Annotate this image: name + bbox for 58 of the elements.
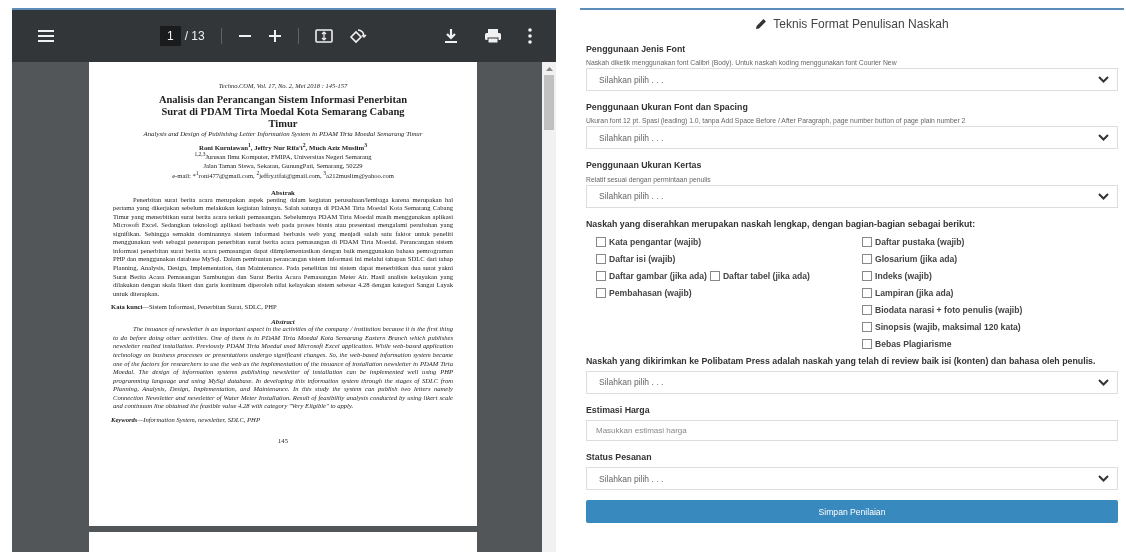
checkbox-option[interactable]: Bebas Plagiarisme: [862, 339, 952, 350]
checkbox[interactable]: [596, 254, 606, 265]
select-field[interactable]: Silahkan pilih . . .: [586, 370, 1118, 394]
chevron-down-icon: [1098, 475, 1109, 483]
chevron-down-icon: [1098, 76, 1109, 84]
checkbox[interactable]: [862, 288, 872, 299]
download-icon[interactable]: [444, 28, 458, 44]
checkbox[interactable]: [862, 339, 872, 350]
chevron-down-icon: [1098, 378, 1109, 386]
checkbox[interactable]: [596, 237, 606, 248]
select-field[interactable]: Silahkan pilih . . .: [586, 467, 1118, 491]
scrollbar[interactable]: [542, 62, 556, 552]
menu-icon[interactable]: [38, 30, 54, 42]
checkbox[interactable]: [862, 271, 872, 282]
checkbox[interactable]: [596, 288, 606, 299]
checkbox-option[interactable]: Daftar gambar (jika ada): [596, 271, 707, 282]
checkbox-option[interactable]: Glosarium (jika ada): [862, 254, 958, 265]
checkbox-option[interactable]: Sinopsis (wajib, maksimal 120 kata): [862, 322, 1021, 333]
page-number-field[interactable]: 1: [160, 26, 181, 46]
paper-title: Analisis dan Perancangan Sistem Informasi Penerbitan Surat di PDAM Tirta Moedal Kota Semarang Cabang Timur: [157, 94, 409, 131]
print-icon[interactable]: [484, 28, 502, 44]
select-field[interactable]: Silahkan pilih . . .: [586, 184, 1118, 208]
checkbox-option[interactable]: Daftar tabel (jika ada): [709, 271, 810, 282]
chevron-down-icon: [1098, 192, 1109, 200]
checkbox-option[interactable]: Kata pengantar (wajib): [596, 237, 702, 248]
rotate-icon[interactable]: [348, 28, 367, 44]
scroll-up-icon[interactable]: [545, 66, 553, 71]
input-field[interactable]: Masukkan estimasi harga: [586, 420, 1118, 442]
scrollbar-thumb[interactable]: [544, 75, 554, 130]
checkbox-option[interactable]: Indeks (wajib): [862, 271, 932, 282]
select-field[interactable]: Silahkan pilih . . .: [586, 126, 1118, 150]
checkbox-option[interactable]: Lampiran (jika ada): [862, 288, 954, 299]
pencil-icon: [755, 18, 768, 30]
field-label: Penggunaan Jenis Font: [586, 43, 687, 56]
checkbox-option[interactable]: Biodata narasi + foto penulis (wajib): [862, 305, 1023, 316]
more-options-icon[interactable]: [528, 28, 532, 44]
checkbox-option[interactable]: Daftar pustaka (wajib): [862, 237, 965, 248]
checkbox-option[interactable]: Daftar isi (wajib): [596, 254, 676, 265]
checkbox[interactable]: [862, 305, 872, 316]
form-title: Teknis Format Penulisan Naskah: [773, 17, 949, 31]
checkbox[interactable]: [709, 271, 720, 282]
checkbox[interactable]: [862, 254, 872, 265]
checkbox[interactable]: [862, 322, 872, 333]
checkbox[interactable]: [862, 237, 872, 248]
field-label: Status Pesanan: [586, 451, 653, 465]
zoom-in-icon[interactable]: [267, 29, 282, 43]
field-label: Penggunaan Ukuran Font dan Spacing: [586, 101, 749, 115]
chevron-down-icon: [1098, 134, 1109, 142]
field-label: Estimasi Harga: [586, 403, 651, 417]
field-label: Penggunaan Ukuran Kertas: [586, 159, 703, 173]
checkbox[interactable]: [596, 271, 606, 282]
field-label: Naskah yang dikirimkan ke Polibatam Press adalah naskah yang telah di review baik isi (konten) dan bahasa oleh penulis.: [586, 354, 1097, 368]
fit-page-icon[interactable]: [314, 29, 333, 43]
checkbox-option[interactable]: Pembahasan (wajib): [596, 288, 692, 299]
page-count: / 13: [184, 29, 205, 43]
save-button[interactable]: Simpan Penilaian: [586, 500, 1118, 524]
checklist-heading: Naskah yang diserahkan merupakan naskah lengkap, dengan bagian-bagian sebagai berikut:: [586, 217, 977, 231]
select-field[interactable]: Silahkan pilih . . .: [586, 68, 1118, 92]
